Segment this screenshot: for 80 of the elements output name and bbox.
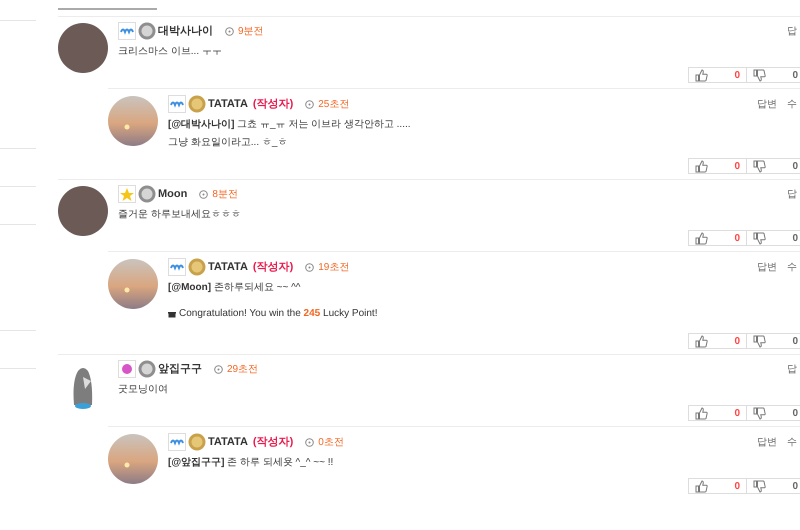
thumbs-down-icon — [753, 480, 766, 492]
action-link[interactable]: 수 — [787, 434, 797, 450]
timestamp: 8분전 — [212, 188, 238, 202]
dislike-button[interactable]: 0 — [747, 68, 800, 82]
clock-icon — [305, 100, 314, 108]
clock-icon — [305, 438, 314, 446]
thumbs-down-icon — [753, 232, 766, 244]
comment-text: 즐거운 하루보내세요ㅎㅎㅎ — [118, 208, 241, 222]
author-tag: (작성자) — [252, 258, 294, 276]
action-link[interactable]: 답 — [787, 186, 797, 202]
wave-badge-icon — [168, 258, 186, 276]
sunset-avatar — [108, 434, 158, 484]
username[interactable]: TATATA — [208, 258, 248, 276]
clock-icon — [199, 190, 208, 198]
wave-badge-icon — [168, 95, 186, 113]
dislike-button[interactable]: 0 — [747, 159, 800, 173]
sunset-avatar — [108, 259, 158, 309]
wave-badge-icon — [168, 433, 186, 451]
thumbs-down-icon — [753, 68, 766, 82]
comment-text: 굿모닝이여 — [118, 383, 168, 397]
comment-text: [@대박사나이] 그쵸 ㅠ_ㅠ 저는 이브라 생각안하고 ..... — [168, 118, 411, 132]
comment-text: 그냥 화요일이라고... ㅎ_ㅎ — [168, 136, 288, 150]
like-button[interactable]: 0 — [689, 159, 747, 173]
medal-icon — [138, 185, 156, 203]
comment-text: [@앞집구구] 존 하루 되세욧 ^_^ ~~ !! — [168, 456, 334, 470]
comment-text: 크리스마스 이브... ㅜㅜ — [118, 45, 222, 59]
medal-icon — [188, 258, 206, 276]
wave-badge-icon — [118, 22, 136, 40]
timestamp: 19초전 — [318, 260, 350, 274]
medal-icon — [138, 22, 156, 40]
like-button[interactable]: 0 — [689, 68, 747, 82]
username[interactable]: TATATA — [208, 96, 248, 112]
gift-icon — [168, 310, 176, 318]
photo-placeholder — [58, 186, 108, 236]
clock-icon — [305, 262, 314, 272]
dislike-button[interactable]: 0 — [747, 334, 800, 348]
username[interactable]: 앞집구구 — [158, 360, 202, 378]
thumbs-up-icon — [695, 406, 708, 420]
thumbs-down-icon — [753, 406, 766, 420]
like-button[interactable]: 0 — [689, 231, 747, 245]
thumbs-up-icon — [695, 480, 708, 492]
thumbs-up-icon — [695, 68, 708, 82]
action-link[interactable]: 답변 — [757, 96, 777, 112]
action-link[interactable]: 답변 — [757, 260, 777, 274]
medal-icon — [138, 360, 156, 378]
star-badge-icon — [118, 185, 136, 203]
thumbs-down-icon — [753, 160, 766, 172]
action-link[interactable]: 수 — [787, 260, 797, 274]
action-link[interactable]: 답변 — [757, 434, 777, 450]
clock-icon — [225, 26, 234, 36]
like-button[interactable]: 0 — [689, 334, 747, 348]
thumbs-down-icon — [753, 334, 766, 348]
dislike-button[interactable]: 0 — [747, 231, 800, 245]
like-button[interactable]: 0 — [689, 406, 747, 420]
medal-icon — [188, 433, 206, 451]
thumbs-up-icon — [695, 160, 708, 172]
username[interactable]: 대박사나이 — [158, 22, 213, 40]
timestamp: 29초전 — [227, 362, 258, 376]
action-link[interactable]: 답 — [787, 24, 797, 38]
username[interactable]: Moon — [158, 186, 188, 202]
author-tag: (작성자) — [252, 434, 294, 450]
like-button[interactable]: 0 — [689, 479, 747, 493]
dislike-button[interactable]: 0 — [747, 406, 800, 420]
action-link[interactable]: 답 — [787, 362, 797, 376]
timestamp: 25초전 — [318, 98, 350, 112]
author-tag: (작성자) — [252, 96, 294, 112]
dislike-button[interactable]: 0 — [747, 479, 800, 493]
action-link[interactable]: 수 — [787, 96, 797, 112]
thumbs-up-icon — [695, 232, 708, 244]
clock-icon — [214, 364, 223, 374]
photo-placeholder — [58, 23, 108, 73]
sunset-avatar — [108, 96, 158, 146]
timestamp: 0초전 — [318, 436, 344, 450]
comment-text: [@Moon] 존하루되세요 ~~ ^^ — [168, 281, 300, 295]
medal-icon — [188, 95, 206, 113]
lucky-point-message: Congratulation! You win the 245 Lucky Point! — [179, 307, 378, 321]
flower-badge-icon — [118, 360, 136, 378]
timestamp: 9분전 — [238, 24, 264, 38]
username[interactable]: TATATA — [208, 434, 248, 450]
thumbs-up-icon — [695, 334, 708, 348]
